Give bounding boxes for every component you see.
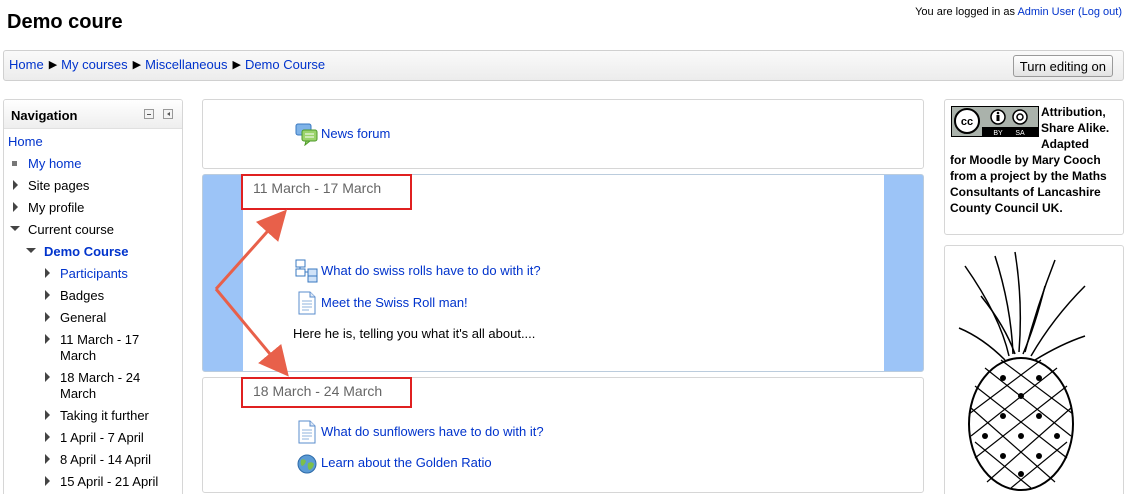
cc-sa-label: SA [1015,130,1025,136]
license-block: cc BY SA Attribution, Share Alike. Adapt… [944,99,1124,235]
license-line-1: Attribution, [1041,105,1106,119]
cc-by-sa-badge: cc BY SA [951,106,1039,137]
pineapple-image-block [944,245,1124,494]
license-line-7: County Council UK. [950,201,1063,215]
license-line-4: for Moodle by Mary Cooch [950,153,1101,167]
cc-by-label: BY [993,130,1003,136]
license-line-2: Share Alike. [1041,121,1110,135]
license-line-6: Consultants of Lancashire [950,185,1101,199]
pineapple-illustration [958,251,1086,491]
license-line-5: from a project by the Maths [950,169,1107,183]
svg-text:cc: cc [961,116,973,128]
license-line-3: Adapted [1041,137,1089,151]
